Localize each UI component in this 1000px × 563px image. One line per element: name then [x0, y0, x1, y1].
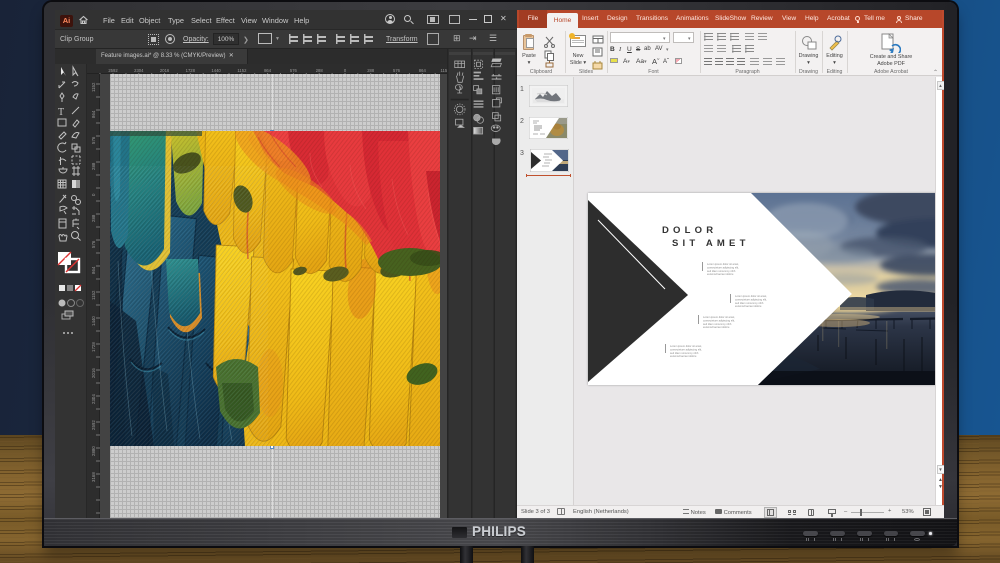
svg-text:2016: 2016 [91, 368, 96, 378]
svg-text:864: 864 [91, 266, 96, 274]
svg-text:864: 864 [91, 110, 96, 118]
svg-text:2592: 2592 [91, 420, 96, 430]
svg-text:2016: 2016 [160, 68, 170, 73]
svg-text:sed diam nonummy nibh: sed diam nonummy nibh [707, 269, 736, 273]
svg-text:euismod laoreet dolore: euismod laoreet dolore [707, 272, 734, 276]
svg-text:1152: 1152 [91, 290, 96, 300]
svg-text:consectetuer adipiscing elit,: consectetuer adipiscing elit, [707, 265, 739, 269]
svg-text:Lorem ipsum dolor sit amet,: Lorem ipsum dolor sit amet, [703, 315, 735, 319]
svg-text:3168: 3168 [91, 472, 96, 482]
svg-text:1440: 1440 [91, 316, 96, 326]
svg-text:1440: 1440 [211, 68, 221, 73]
svg-text:0: 0 [344, 68, 347, 73]
svg-text:euismod laoreet dolore: euismod laoreet dolore [735, 304, 762, 308]
svg-text:consectetuer adipiscing elit,: consectetuer adipiscing elit, [703, 318, 735, 322]
svg-text:euismod laoreet dolore: euismod laoreet dolore [670, 354, 697, 358]
svg-text:2592: 2592 [108, 68, 118, 73]
svg-text:1152: 1152 [237, 68, 247, 73]
svg-text:Lorem ipsum dolor sit amet,: Lorem ipsum dolor sit amet, [735, 294, 767, 298]
svg-text:864: 864 [419, 68, 427, 73]
svg-text:288: 288 [91, 162, 96, 170]
svg-text:consectetuer adipiscing elit,: consectetuer adipiscing elit, [670, 347, 702, 351]
svg-text:288: 288 [91, 214, 96, 222]
svg-text:576: 576 [290, 68, 298, 73]
svg-text:sed diam nonummy nibh: sed diam nonummy nibh [703, 322, 732, 326]
svg-text:2880: 2880 [91, 446, 96, 456]
svg-text:T: T [58, 107, 64, 118]
svg-text:0: 0 [91, 193, 96, 196]
svg-text:1728: 1728 [186, 68, 196, 73]
svg-text:288: 288 [367, 68, 375, 73]
svg-text:Lorem ipsum dolor sit amet,: Lorem ipsum dolor sit amet, [707, 262, 739, 266]
svg-text:1152: 1152 [91, 82, 96, 92]
svg-text:SIT AMET: SIT AMET [672, 238, 750, 249]
svg-text:576: 576 [91, 136, 96, 144]
svg-text:consectetuer adipiscing elit,: consectetuer adipiscing elit, [735, 297, 767, 301]
svg-text:2304: 2304 [134, 68, 144, 73]
svg-text:sed diam nonummy nibh: sed diam nonummy nibh [735, 301, 764, 305]
svg-text:864: 864 [264, 68, 272, 73]
svg-text:288: 288 [316, 68, 324, 73]
svg-text:576: 576 [91, 240, 96, 248]
svg-text:2304: 2304 [91, 394, 96, 404]
svg-text:576: 576 [393, 68, 401, 73]
svg-text:1728: 1728 [91, 342, 96, 352]
svg-text:euismod laoreet dolore: euismod laoreet dolore [703, 325, 730, 329]
svg-text:sed diam nonummy nibh: sed diam nonummy nibh [670, 351, 699, 355]
svg-text:Lorem ipsum dolor sit amet,: Lorem ipsum dolor sit amet, [670, 344, 702, 348]
svg-text:DOLOR: DOLOR [662, 225, 717, 236]
